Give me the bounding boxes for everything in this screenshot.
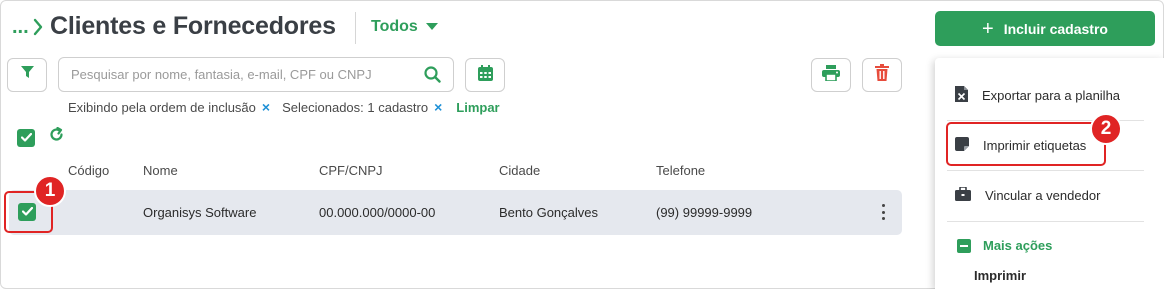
- row-actions-kebab-icon[interactable]: [880, 204, 886, 220]
- collapse-minus-icon: [957, 238, 971, 253]
- calendar-icon: [477, 64, 493, 86]
- column-header-nome[interactable]: Nome: [143, 163, 178, 178]
- delete-button[interactable]: [862, 58, 902, 92]
- date-filter-button[interactable]: [465, 58, 505, 92]
- cell-telefone: (99) 99999-9999: [656, 205, 753, 220]
- caret-down-icon: [425, 18, 438, 36]
- menu-divider: [947, 170, 1144, 171]
- menu-item-imprimir[interactable]: Imprimir: [974, 268, 1026, 283]
- menu-item-exportar-planilha[interactable]: Exportar para a planilha: [955, 86, 1120, 105]
- page-title: Clientes e Fornecedores: [50, 12, 336, 40]
- annotation-marker-1: 1: [34, 175, 66, 207]
- refresh-icon[interactable]: [49, 126, 64, 147]
- column-header-codigo[interactable]: Código: [68, 163, 109, 178]
- menu-divider: [947, 221, 1144, 222]
- clear-filters-link[interactable]: Limpar: [456, 100, 499, 115]
- print-button[interactable]: [811, 58, 851, 92]
- filter-chip-label: Selecionados: 1 cadastro: [282, 99, 429, 115]
- view-filter-dropdown[interactable]: Todos: [371, 18, 438, 36]
- filter-chip-order: Exibindo pela ordem de inclusão ×: [68, 99, 270, 115]
- menu-item-vincular-vendedor[interactable]: Vincular a vendedor: [955, 186, 1101, 204]
- search-icon[interactable]: [424, 66, 441, 88]
- view-filter-label: Todos: [371, 18, 418, 35]
- filter-button[interactable]: [7, 58, 47, 92]
- menu-item-label: Exportar para a planilha: [982, 88, 1121, 103]
- active-filters: Exibindo pela ordem de inclusão × Seleci…: [68, 99, 500, 115]
- annotation-marker-2: 2: [1090, 113, 1122, 145]
- include-registration-button[interactable]: + Incluir cadastro: [935, 11, 1155, 46]
- column-header-telefone[interactable]: Telefone: [656, 163, 705, 178]
- cell-nome: Organisys Software: [143, 205, 257, 220]
- filter-chip-label: Exibindo pela ordem de inclusão: [68, 99, 256, 115]
- column-header-cidade[interactable]: Cidade: [499, 163, 540, 178]
- briefcase-icon: [955, 186, 971, 204]
- filter-chip-selected: Selecionados: 1 cadastro ×: [282, 99, 442, 115]
- more-actions-toggle[interactable]: Mais ações: [957, 238, 1052, 253]
- breadcrumb-ellipsis[interactable]: ...: [12, 16, 29, 39]
- annotation-highlight-2: [946, 122, 1106, 166]
- include-registration-label: Incluir cadastro: [1003, 20, 1108, 37]
- cell-cpf-cnpj: 00.000.000/0000-00: [319, 205, 436, 220]
- search-input[interactable]: [71, 58, 411, 91]
- close-icon[interactable]: ×: [434, 99, 442, 115]
- printer-icon: [822, 64, 840, 86]
- funnel-icon: [20, 66, 34, 84]
- select-all-checkbox[interactable]: [17, 129, 35, 147]
- more-actions-label: Mais ações: [983, 238, 1053, 253]
- close-icon[interactable]: ×: [262, 99, 270, 115]
- trash-icon: [875, 64, 889, 86]
- check-icon: [20, 129, 32, 147]
- chevron-right-icon: [33, 18, 43, 41]
- excel-file-icon: [955, 86, 968, 105]
- title-divider: [355, 12, 356, 44]
- plus-icon: +: [982, 17, 994, 40]
- menu-item-label: Vincular a vendedor: [985, 188, 1101, 203]
- actions-dropdown-menu: Exportar para a planilha Imprimir etique…: [935, 58, 1164, 289]
- cell-cidade: Bento Gonçalves: [499, 205, 599, 220]
- column-header-cpf-cnpj[interactable]: CPF/CNPJ: [319, 163, 383, 178]
- search-field[interactable]: [58, 57, 454, 92]
